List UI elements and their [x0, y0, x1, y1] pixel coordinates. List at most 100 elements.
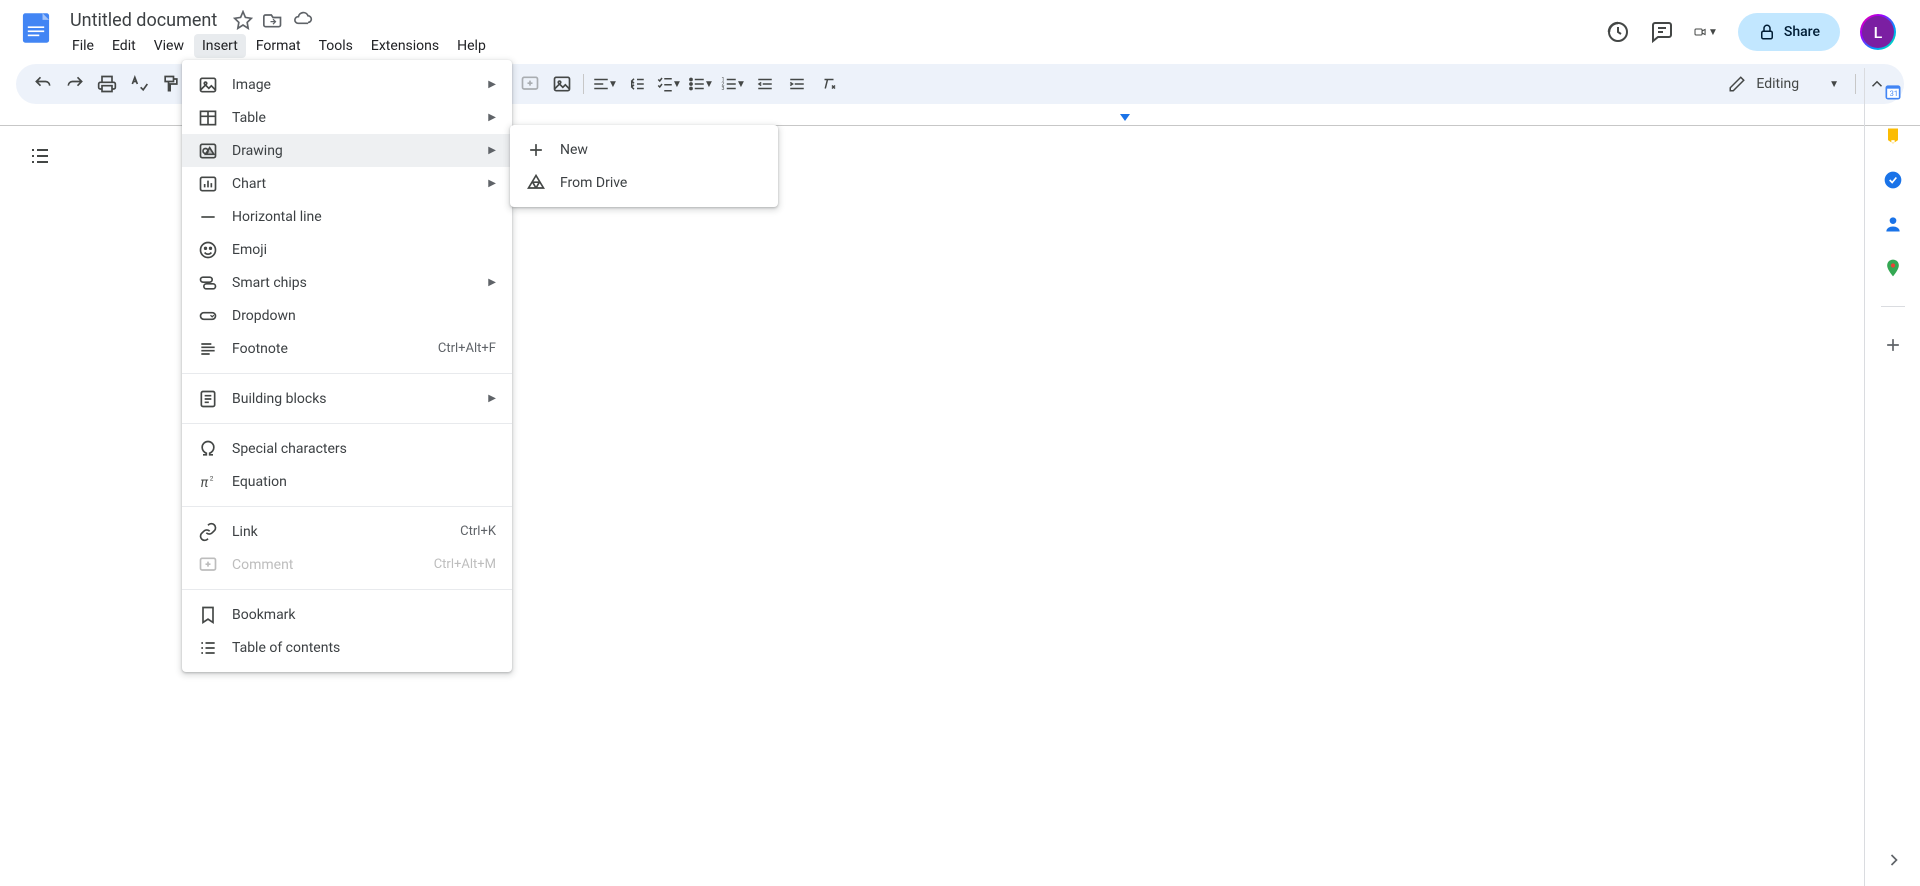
docs-logo[interactable] [16, 8, 56, 48]
cloud-status-icon[interactable] [293, 10, 313, 30]
menu-help[interactable]: Help [449, 34, 494, 58]
table-icon [198, 108, 218, 128]
keep-icon[interactable] [1883, 126, 1903, 146]
insert-menu-equation[interactable]: π2Equation [182, 465, 512, 498]
menu-label: Drawing [232, 143, 474, 159]
insert-menu-drawing[interactable]: Drawing ▶ [182, 134, 512, 167]
submenu-arrow-icon: ▶ [488, 112, 496, 123]
menu-label: Horizontal line [232, 209, 496, 225]
pencil-icon [1728, 75, 1746, 93]
menu-shortcut: Ctrl+Alt+F [438, 341, 496, 356]
side-panel-collapse-icon[interactable] [1884, 850, 1904, 870]
add-comment-button[interactable] [515, 69, 545, 99]
move-icon[interactable] [263, 10, 283, 30]
insert-menu-chart[interactable]: Chart ▶ [182, 167, 512, 200]
side-panel: 31 [1864, 68, 1920, 886]
document-title[interactable]: Untitled document [64, 8, 223, 33]
menu-file[interactable]: File [64, 34, 102, 58]
line-spacing-button[interactable] [622, 69, 652, 99]
undo-button[interactable] [28, 69, 58, 99]
comments-icon[interactable] [1650, 20, 1674, 44]
menu-label: Link [232, 524, 446, 540]
insert-menu-smart-chips[interactable]: Smart chips▶ [182, 266, 512, 299]
print-button[interactable] [92, 69, 122, 99]
insert-menu-footnote[interactable]: Footnote Ctrl+Alt+F [182, 332, 512, 365]
editing-mode-button[interactable]: Editing ▼ [1718, 71, 1849, 97]
tasks-icon[interactable] [1883, 170, 1903, 190]
menu-label: Bookmark [232, 607, 496, 623]
chips-icon [198, 273, 218, 293]
menu-label: Dropdown [232, 308, 496, 324]
numbered-list-button[interactable]: 123▼ [718, 69, 748, 99]
insert-menu-emoji[interactable]: Emoji [182, 233, 512, 266]
insert-menu-table[interactable]: Table▶ [182, 101, 512, 134]
menu-edit[interactable]: Edit [104, 34, 144, 58]
menu-label: Comment [232, 557, 420, 573]
align-button[interactable]: ▼ [590, 69, 620, 99]
insert-menu-special-characters[interactable]: Special characters [182, 432, 512, 465]
maps-icon[interactable] [1883, 258, 1903, 278]
submenu-arrow-icon: ▶ [488, 178, 496, 189]
indent-decrease-button[interactable] [750, 69, 780, 99]
drawing-icon [198, 141, 218, 161]
omega-icon [198, 439, 218, 459]
drawing-submenu-from-drive[interactable]: From Drive [510, 166, 778, 199]
bulleted-list-button[interactable]: ▼ [686, 69, 716, 99]
share-button[interactable]: Share [1738, 13, 1840, 51]
submenu-arrow-icon: ▶ [488, 393, 496, 404]
star-icon[interactable] [233, 10, 253, 30]
spellcheck-button[interactable] [124, 69, 154, 99]
menu-extensions[interactable]: Extensions [363, 34, 447, 58]
history-icon[interactable] [1606, 20, 1630, 44]
account-avatar[interactable]: L [1860, 14, 1896, 50]
submenu-arrow-icon: ▶ [488, 277, 496, 288]
insert-menu-dropdown[interactable]: Dropdown [182, 299, 512, 332]
insert-menu-comment: CommentCtrl+Alt+M [182, 548, 512, 581]
menubar: File Edit View Insert Format Tools Exten… [64, 34, 494, 58]
lock-icon [1758, 23, 1776, 41]
contacts-icon[interactable] [1883, 214, 1903, 234]
avatar-letter: L [1862, 16, 1894, 48]
ruler-right-marker[interactable] [1120, 114, 1130, 121]
redo-button[interactable] [60, 69, 90, 99]
video-call-button[interactable]: ▼ [1694, 20, 1718, 44]
submenu-arrow-icon: ▶ [488, 145, 496, 156]
insert-menu-link[interactable]: Link Ctrl+K [182, 515, 512, 548]
image-icon [198, 75, 218, 95]
pi-icon: π2 [198, 472, 218, 492]
insert-image-button[interactable] [547, 69, 577, 99]
menu-label: Footnote [232, 341, 424, 357]
submenu-arrow-icon: ▶ [488, 79, 496, 90]
menu-tools[interactable]: Tools [311, 34, 361, 58]
menu-insert[interactable]: Insert [194, 34, 246, 58]
svg-text:2: 2 [210, 474, 214, 482]
outline-toggle-button[interactable] [24, 140, 56, 172]
menu-view[interactable]: View [146, 34, 192, 58]
insert-menu-building-blocks[interactable]: Building blocks ▶ [182, 382, 512, 415]
add-addon-icon[interactable] [1883, 335, 1903, 355]
blocks-icon [198, 389, 218, 409]
menu-label: Emoji [232, 242, 496, 258]
calendar-icon[interactable]: 31 [1883, 82, 1903, 102]
menu-shortcut: Ctrl+K [460, 524, 496, 539]
menu-label: Special characters [232, 441, 496, 457]
menu-label: Image [232, 77, 474, 93]
indent-increase-button[interactable] [782, 69, 812, 99]
insert-menu-horizontal-line[interactable]: Horizontal line [182, 200, 512, 233]
drawing-submenu-new[interactable]: New [510, 133, 778, 166]
menu-label: Building blocks [232, 391, 474, 407]
editing-mode-label: Editing [1756, 76, 1799, 92]
link-icon [198, 522, 218, 542]
hline-icon [198, 207, 218, 227]
clear-formatting-button[interactable] [814, 69, 844, 99]
checklist-button[interactable]: ▼ [654, 69, 684, 99]
svg-text:3: 3 [722, 86, 725, 92]
insert-menu-table-of-contents[interactable]: Table of contents [182, 631, 512, 664]
bookmark-icon [198, 605, 218, 625]
menu-label: Chart [232, 176, 474, 192]
menu-format[interactable]: Format [248, 34, 309, 58]
svg-text:π: π [201, 476, 209, 491]
insert-menu-image[interactable]: Image ▶ [182, 68, 512, 101]
insert-menu-bookmark[interactable]: Bookmark [182, 598, 512, 631]
drive-icon [526, 173, 546, 193]
